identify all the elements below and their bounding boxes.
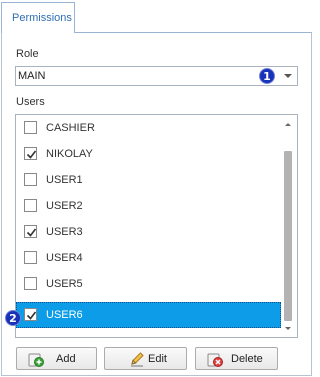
scroll-up-icon[interactable] [285, 123, 291, 126]
chevron-down-icon[interactable] [279, 67, 297, 85]
list-item-user3[interactable]: USER3 [16, 219, 281, 245]
list-item-label: USER3 [46, 226, 83, 238]
list-item-user5[interactable]: USER5 [16, 271, 281, 297]
checkbox-user3[interactable] [24, 225, 37, 238]
add-icon [28, 351, 44, 367]
checkbox-user2[interactable] [24, 199, 37, 212]
edit-button-label: Edit [148, 353, 167, 365]
checkmark-icon [26, 228, 37, 237]
marker-role: 1 [259, 68, 275, 84]
checkbox-user6[interactable] [24, 308, 37, 321]
list-item-label: USER6 [46, 309, 83, 321]
list-item-label: USER1 [46, 174, 83, 186]
list-item-user4[interactable]: USER4 [16, 245, 281, 271]
scrollbar-thumb[interactable] [284, 151, 292, 321]
list-item-label: NIKOLAY [46, 148, 93, 160]
checkbox-nikolay[interactable] [24, 147, 37, 160]
edit-icon [129, 351, 145, 367]
add-button[interactable]: Add [16, 347, 97, 370]
edit-button[interactable]: Edit [104, 347, 187, 370]
users-label: Users [16, 96, 45, 108]
list-item-nikolay[interactable]: NIKOLAY [16, 141, 281, 167]
checkmark-icon [26, 311, 37, 320]
list-item-label: USER2 [46, 200, 83, 212]
list-item-label: USER4 [46, 252, 83, 264]
role-dropdown[interactable]: MAIN [15, 66, 298, 86]
add-button-label: Add [56, 353, 76, 365]
checkbox-cashier[interactable] [24, 121, 37, 134]
list-item-label: CASHIER [46, 122, 95, 134]
role-label: Role [16, 48, 39, 60]
list-item-user2[interactable]: USER2 [16, 193, 281, 219]
list-item-user6-selected[interactable]: USER6 [16, 302, 281, 328]
marker-selected-user: 2 [5, 310, 21, 326]
checkmark-icon [26, 150, 37, 159]
tab-label: Permissions [12, 12, 72, 24]
delete-button-label: Delete [231, 353, 263, 365]
list-item-label: USER5 [46, 278, 83, 290]
tab-permissions[interactable]: Permissions [1, 2, 75, 33]
list-item-user1[interactable]: USER1 [16, 167, 281, 193]
checkbox-user4[interactable] [24, 251, 37, 264]
users-scrollbar[interactable] [281, 115, 297, 337]
scroll-down-icon[interactable] [285, 327, 291, 330]
users-list[interactable]: CASHIER NIKOLAY USER1 USER2 USER3 USER4 … [15, 114, 298, 338]
checkbox-user1[interactable] [24, 173, 37, 186]
delete-icon [207, 351, 223, 367]
delete-button[interactable]: Delete [195, 347, 278, 370]
list-item-cashier[interactable]: CASHIER [16, 115, 281, 141]
checkbox-user5[interactable] [24, 277, 37, 290]
role-value: MAIN [18, 70, 46, 82]
